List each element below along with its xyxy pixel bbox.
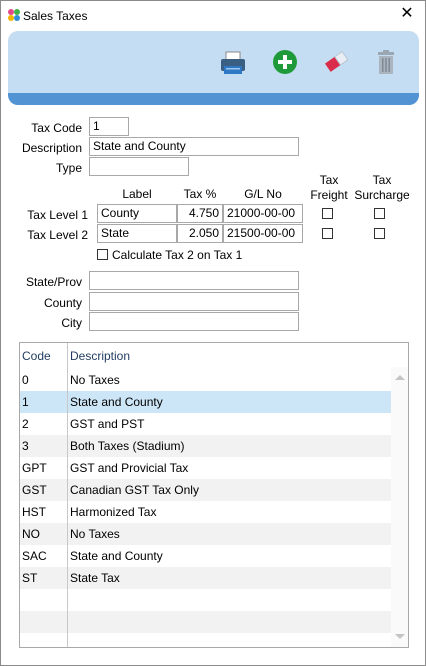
row-code: ST xyxy=(22,571,38,585)
sales-tax-grid: Code Description 0 No Taxes 1 State and … xyxy=(19,342,409,648)
grid-header: Code Description xyxy=(20,343,392,367)
state-prov-label: State/Prov xyxy=(25,275,82,289)
tax-code-field[interactable]: 1 xyxy=(89,117,129,136)
row-code: GPT xyxy=(22,461,47,475)
tax-level-1-rate-field[interactable]: 4.750 xyxy=(177,204,223,223)
tax-level-2-label: Tax Level 2 xyxy=(27,228,88,242)
county-field[interactable] xyxy=(89,292,299,311)
gl-no-column-header: G/L No xyxy=(244,187,282,201)
type-field[interactable] xyxy=(89,157,189,176)
state-prov-field[interactable] xyxy=(89,271,299,290)
tax-pct-column-header: Tax % xyxy=(183,187,217,201)
close-icon[interactable]: ✕ xyxy=(397,4,417,24)
table-row[interactable]: 3 Both Taxes (Stadium) xyxy=(20,435,392,457)
tax-level-1-label: Tax Level 1 xyxy=(27,208,88,222)
table-row[interactable]: NO No Taxes xyxy=(20,523,392,545)
scroll-down-icon[interactable] xyxy=(395,634,405,639)
table-row[interactable]: 2 GST and PST xyxy=(20,413,392,435)
tax-code-label: Tax Code xyxy=(31,121,82,135)
empty-row xyxy=(20,589,392,611)
column-separator xyxy=(67,343,68,647)
table-row[interactable]: SAC State and County xyxy=(20,545,392,567)
tax-level-2-gl-field[interactable]: 21500-00-00 xyxy=(223,224,303,243)
row-code: NO xyxy=(22,527,40,541)
trash-icon[interactable] xyxy=(371,47,401,77)
row-description: GST and Provicial Tax xyxy=(70,461,189,475)
tax-level-1-freight-checkbox[interactable] xyxy=(322,208,333,219)
grid-scrollbar[interactable] xyxy=(391,367,408,647)
row-description: State Tax xyxy=(70,571,120,585)
row-code: 0 xyxy=(22,373,29,387)
eraser-icon[interactable] xyxy=(321,47,351,77)
row-code: 1 xyxy=(22,395,29,409)
row-code: 3 xyxy=(22,439,29,453)
calc-tax2-label: Calculate Tax 2 on Tax 1 xyxy=(112,248,243,262)
calc-tax2-checkbox[interactable] xyxy=(97,249,108,260)
table-row[interactable]: ST State Tax xyxy=(20,567,392,589)
city-field[interactable] xyxy=(89,312,299,331)
city-label: City xyxy=(61,316,82,330)
table-row-selected[interactable]: 1 State and County xyxy=(20,391,392,413)
window-title: Sales Taxes xyxy=(23,9,88,23)
type-label: Type xyxy=(55,161,82,175)
tax-level-2-surcharge-checkbox[interactable] xyxy=(374,228,385,239)
add-icon[interactable] xyxy=(270,47,300,77)
row-code: HST xyxy=(22,505,46,519)
sales-taxes-window: Sales Taxes ✕ Tax Code 1 Description Sta… xyxy=(0,0,426,666)
table-row[interactable]: HST Harmonized Tax xyxy=(20,501,392,523)
empty-row xyxy=(20,611,392,633)
row-description: Harmonized Tax xyxy=(70,505,157,519)
table-row[interactable]: GPT GST and Provicial Tax xyxy=(20,457,392,479)
table-row[interactable]: GST Canadian GST Tax Only xyxy=(20,479,392,501)
county-label: County xyxy=(43,296,82,310)
tax-level-2-rate-field[interactable]: 2.050 xyxy=(177,224,223,243)
title-bar: Sales Taxes ✕ xyxy=(1,1,425,29)
tax-freight-column-header: Tax Freight xyxy=(310,173,348,202)
app-icon xyxy=(7,8,21,22)
description-column-header[interactable]: Description xyxy=(70,349,130,363)
row-description: Both Taxes (Stadium) xyxy=(70,439,185,453)
toolbar-strip xyxy=(8,93,419,105)
label-column-header: Label xyxy=(122,187,152,201)
row-code: GST xyxy=(22,483,47,497)
tax-level-2-freight-checkbox[interactable] xyxy=(322,228,333,239)
row-description: Canadian GST Tax Only xyxy=(70,483,199,497)
printer-icon[interactable] xyxy=(218,47,248,77)
row-description: GST and PST xyxy=(70,417,145,431)
row-code: 2 xyxy=(22,417,29,431)
description-label: Description xyxy=(21,141,82,155)
tax-surcharge-column-header: Tax Surcharge xyxy=(354,173,410,202)
tax-level-2-label-field[interactable]: State xyxy=(97,224,177,243)
row-code: SAC xyxy=(22,549,47,563)
tax-level-1-gl-field[interactable]: 21000-00-00 xyxy=(223,204,303,223)
description-field[interactable]: State and County xyxy=(89,137,299,156)
row-description: State and County xyxy=(70,395,163,409)
tax-level-1-label-field[interactable]: County xyxy=(97,204,177,223)
row-description: No Taxes xyxy=(70,373,120,387)
toolbar xyxy=(8,31,419,105)
row-description: No Taxes xyxy=(70,527,120,541)
row-description: State and County xyxy=(70,549,163,563)
table-row[interactable]: 0 No Taxes xyxy=(20,369,392,391)
scroll-up-icon[interactable] xyxy=(395,375,405,380)
code-column-header[interactable]: Code xyxy=(22,349,51,363)
tax-level-1-surcharge-checkbox[interactable] xyxy=(374,208,385,219)
